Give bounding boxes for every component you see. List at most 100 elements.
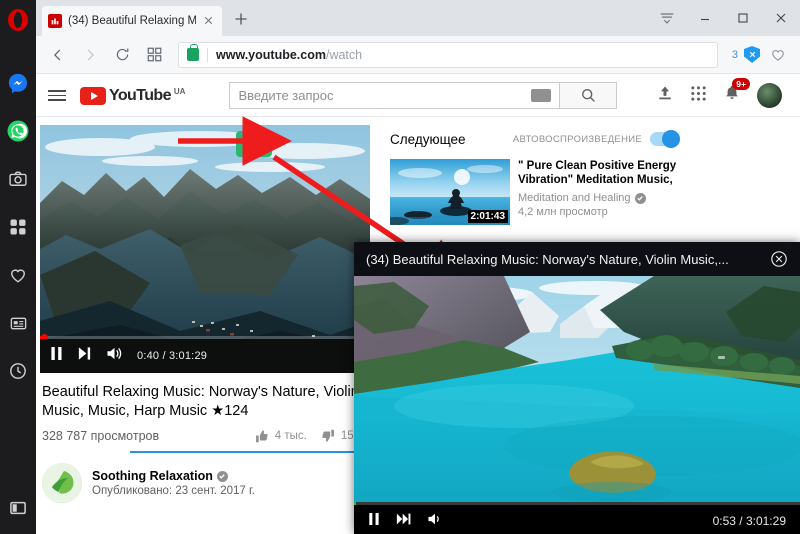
view-count: 328 787 просмотров <box>42 429 159 443</box>
rating-actions: 4 тыс. 158 <box>255 429 368 443</box>
pip-pause-icon[interactable] <box>368 512 380 531</box>
url-divider <box>207 48 208 62</box>
heart-icon[interactable] <box>766 43 790 67</box>
player-time: 0:40 / 3:01:29 <box>137 350 207 362</box>
channel-info: Soothing Relaxation Опубликовано: 23 сен… <box>92 469 255 497</box>
sidebar-item-messenger[interactable] <box>5 70 31 96</box>
verified-badge-icon <box>217 471 228 482</box>
browser-tab[interactable]: (34) Beautiful Relaxing Mu <box>42 6 222 36</box>
pip-button[interactable] <box>236 131 272 157</box>
search-button[interactable] <box>559 82 617 109</box>
sidebar-item-history[interactable] <box>5 358 31 384</box>
suggestion-duration: 2:01:43 <box>468 210 508 223</box>
pip-volume-icon[interactable] <box>427 512 443 531</box>
pip-progress-played <box>354 502 356 505</box>
notifications-button[interactable]: 9+ <box>723 84 741 107</box>
guide-menu-icon[interactable] <box>48 90 66 101</box>
youtube-country-code: UA <box>174 87 186 96</box>
sidebar-item-whatsapp[interactable] <box>5 118 31 144</box>
suggestion-title[interactable]: " Pure Clean Positive Energy Vibration" … <box>518 159 680 187</box>
pip-window-title: (34) Beautiful Relaxing Music: Norway's … <box>366 252 729 267</box>
pip-controls: 0:53 / 3:01:29 <box>354 505 800 534</box>
suggestion-thumbnail[interactable]: 2:01:43 <box>390 159 510 225</box>
speed-dial-button[interactable] <box>142 43 166 67</box>
suggestion-views: 4,2 млн просмотр <box>518 206 680 218</box>
pip-close-icon[interactable] <box>770 250 788 268</box>
channel-row: Soothing Relaxation Опубликовано: 23 сен… <box>40 453 370 503</box>
video-title: Beautiful Relaxing Music: Norway's Natur… <box>40 373 370 421</box>
keyboard-icon[interactable] <box>531 89 551 102</box>
published-date: Опубликовано: 23 сент. 2017 г. <box>92 485 255 497</box>
title-bar: (34) Beautiful Relaxing Mu <box>36 0 800 36</box>
search-input[interactable]: Введите запрос <box>229 82 559 109</box>
volume-icon[interactable] <box>106 346 123 366</box>
pip-progress-bar[interactable] <box>354 502 800 505</box>
autoplay-toggle[interactable] <box>650 132 680 146</box>
upload-icon[interactable] <box>656 84 674 107</box>
blocked-count: 3 <box>732 49 738 61</box>
search-bar: Введите запрос <box>229 82 617 109</box>
browser-window: (34) Beautiful Relaxing Mu <box>0 0 800 534</box>
pip-next-icon[interactable] <box>396 512 411 531</box>
url-domain: www.youtube.com <box>216 48 326 62</box>
channel-name[interactable]: Soothing Relaxation <box>92 469 213 483</box>
like-count: 4 тыс. <box>275 430 307 442</box>
video-player[interactable]: 0:40 / 3:01:29 <box>40 125 370 373</box>
tab-title: (34) Beautiful Relaxing Mu <box>68 15 196 27</box>
header-actions: 9+ <box>656 83 788 108</box>
address-bar-actions: 3 <box>726 43 790 67</box>
pip-window[interactable]: (34) Beautiful Relaxing Music: Norway's … <box>354 242 800 534</box>
youtube-logo-text: YouTube <box>109 87 171 105</box>
sidebar-item-speed-dial[interactable] <box>5 214 31 240</box>
video-meta: 328 787 просмотров 4 тыс. 158 <box>40 421 370 443</box>
maximize-button[interactable] <box>724 0 762 36</box>
new-tab-button[interactable] <box>232 10 252 30</box>
youtube-logo[interactable]: YouTube UA <box>80 87 185 105</box>
opera-menu-icon[interactable] <box>648 0 686 36</box>
address-bar: www.youtube.com/watch 3 <box>36 36 800 74</box>
sidebar-item-news[interactable] <box>5 310 31 336</box>
minimize-button[interactable] <box>686 0 724 36</box>
suggestion-channel[interactable]: Meditation and Healing <box>518 192 680 204</box>
account-avatar[interactable] <box>757 83 782 108</box>
url-path: /watch <box>326 48 362 62</box>
sidebar-item-toggle-sidebar[interactable] <box>0 498 36 518</box>
primary-column: 0:40 / 3:01:29 Beautiful Relaxing Music:… <box>40 125 370 503</box>
pip-title-bar[interactable]: (34) Beautiful Relaxing Music: Norway's … <box>354 242 800 276</box>
suggestion-info: " Pure Clean Positive Energy Vibration" … <box>518 159 680 225</box>
url-text: www.youtube.com/watch <box>216 48 362 62</box>
window-controls <box>648 0 800 36</box>
channel-name-row: Soothing Relaxation <box>92 469 255 483</box>
back-button[interactable] <box>46 43 70 67</box>
sidebar-items <box>0 70 36 384</box>
pause-icon[interactable] <box>50 346 63 366</box>
next-icon[interactable] <box>77 346 92 366</box>
pip-video-image <box>354 276 800 502</box>
youtube-play-icon <box>80 87 106 105</box>
autoplay-control: АВТОВОСПРОИЗВЕДЕНИЕ <box>513 132 680 146</box>
apps-grid-icon[interactable] <box>690 85 707 107</box>
up-next-label: Следующее <box>390 132 466 147</box>
reload-button[interactable] <box>110 43 134 67</box>
tab-close-icon[interactable] <box>202 14 216 28</box>
ad-block-shield-icon[interactable] <box>744 46 760 63</box>
autoplay-label: АВТОВОСПРОИЗВЕДЕНИЕ <box>513 134 642 145</box>
forward-button[interactable] <box>78 43 102 67</box>
search-placeholder: Введите запрос <box>238 88 333 103</box>
close-button[interactable] <box>762 0 800 36</box>
pip-time: 0:53 / 3:01:29 <box>713 514 786 528</box>
list-item[interactable]: 2:01:43 " Pure Clean Positive Energy Vib… <box>390 159 680 225</box>
suggestion-channel-name: Meditation and Healing <box>518 192 631 204</box>
opera-sidebar <box>0 0 36 534</box>
url-input[interactable]: www.youtube.com/watch <box>178 42 718 68</box>
youtube-header: YouTube UA Введите запрос <box>36 75 800 117</box>
pip-video-frame[interactable] <box>354 276 800 502</box>
channel-avatar[interactable] <box>42 463 82 503</box>
sidebar-item-snapshot[interactable] <box>5 166 31 192</box>
opera-logo[interactable] <box>4 6 32 34</box>
notifications-badge: 9+ <box>732 78 750 90</box>
secure-lock-icon <box>187 48 199 61</box>
sidebar-item-bookmarks[interactable] <box>5 262 31 288</box>
up-next-header: Следующее АВТОВОСПРОИЗВЕДЕНИЕ <box>390 127 680 151</box>
like-button[interactable]: 4 тыс. <box>255 429 307 443</box>
